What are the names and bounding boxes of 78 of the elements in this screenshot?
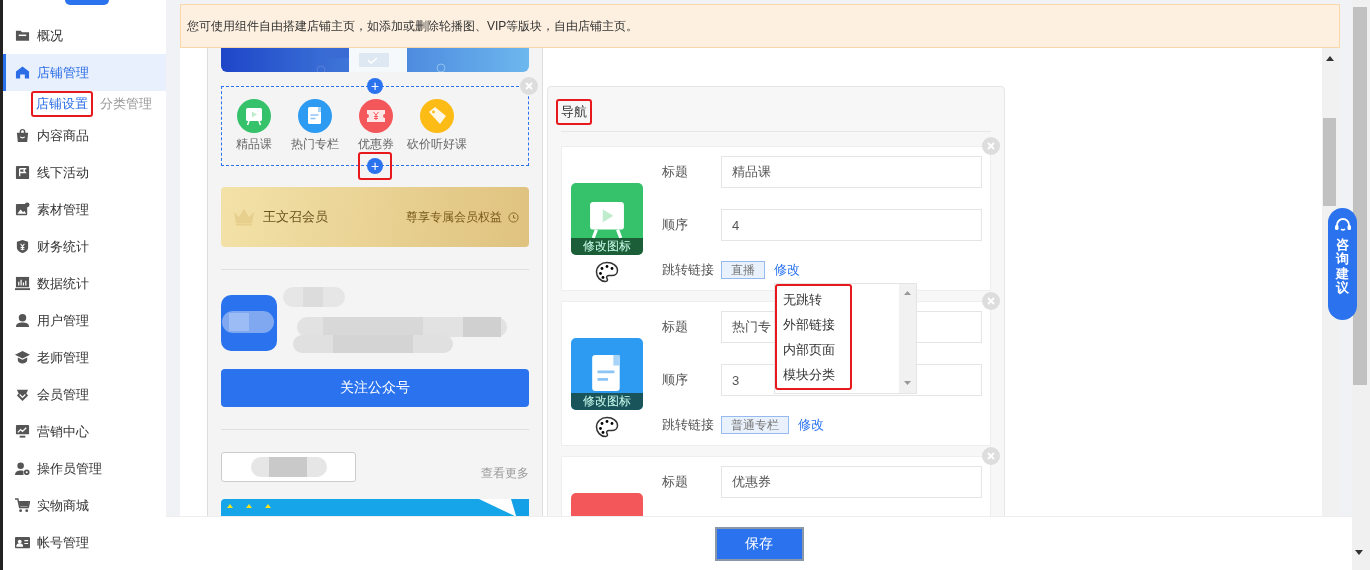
- palette-icon[interactable]: [595, 416, 619, 438]
- id-card-icon: [15, 535, 30, 550]
- nav-label: 精品课: [235, 136, 272, 153]
- change-icon-label[interactable]: 修改图标: [571, 393, 643, 410]
- menu-option[interactable]: 无跳转: [777, 287, 850, 312]
- menu-option[interactable]: 外部链接: [777, 312, 850, 337]
- link-tag: 直播: [721, 261, 765, 279]
- edit-link[interactable]: 修改: [774, 261, 800, 279]
- sidebar-item[interactable]: 数据统计: [3, 265, 166, 302]
- scroll-thumb[interactable]: [1323, 118, 1336, 206]
- sidebar-subitem[interactable]: 店铺设置: [31, 91, 93, 117]
- ticket-icon[interactable]: [358, 99, 393, 133]
- scroll-down-icon[interactable]: [1355, 550, 1363, 555]
- nav-label: 砍价听好课: [406, 136, 467, 153]
- sidebar-item[interactable]: 实物商城: [3, 487, 166, 524]
- notice-banner: 您可使用组件自由搭建店铺主页，如添加或删除轮播图、VIP等版块，自由店铺主页。: [180, 4, 1340, 48]
- sidebar-item[interactable]: 营销中心: [3, 413, 166, 450]
- sidebar-item[interactable]: 线下活动: [3, 154, 166, 191]
- nav-label: 优惠券: [357, 136, 394, 153]
- cart-icon: [15, 498, 30, 513]
- member-benefit: 尊享专属会员权益: [406, 208, 502, 226]
- sidebar-item[interactable]: 概况: [3, 17, 166, 54]
- sidebar-item[interactable]: 老师管理: [3, 339, 166, 376]
- clock-icon: [508, 211, 519, 223]
- crown-icon: [233, 208, 255, 226]
- house-icon: [15, 65, 30, 80]
- add-button[interactable]: +: [358, 152, 392, 180]
- input-field[interactable]: 4: [721, 209, 982, 241]
- graduate-icon: [15, 350, 30, 365]
- person-gear-icon: [15, 461, 30, 476]
- close-icon[interactable]: [520, 77, 538, 95]
- follow-button[interactable]: 关注公众号: [221, 369, 529, 407]
- input-field[interactable]: 优惠券: [721, 466, 982, 498]
- headset-icon: [1333, 218, 1352, 234]
- bag-icon: [15, 128, 30, 143]
- field-label: 顺序: [662, 371, 689, 389]
- image-icon: [15, 202, 30, 217]
- edit-link[interactable]: 修改: [798, 416, 824, 434]
- close-icon[interactable]: [982, 292, 1000, 310]
- avatar-icon: [221, 295, 277, 351]
- flag-icon: [15, 165, 30, 180]
- sidebar-item[interactable]: 内容商品: [3, 117, 166, 154]
- folder-icon: [15, 28, 30, 43]
- link-tag: 普通专栏: [721, 416, 789, 434]
- badge-icon: [15, 387, 30, 402]
- save-button[interactable]: 保存: [714, 526, 804, 561]
- close-icon[interactable]: [982, 137, 1000, 155]
- sidebar-item[interactable]: 操作员管理: [3, 450, 166, 487]
- field-label: 标题: [662, 163, 689, 181]
- panel-title: 导航: [556, 99, 592, 125]
- sidebar-item[interactable]: 会员管理: [3, 376, 166, 413]
- sidebar-item[interactable]: 财务统计: [3, 228, 166, 265]
- shield-icon: [15, 239, 30, 254]
- monitor-chart-icon: [15, 424, 30, 439]
- sidebar-item[interactable]: 素材管理: [3, 191, 166, 228]
- sidebar-item[interactable]: 用户管理: [3, 302, 166, 339]
- field-label: 跳转链接: [662, 261, 715, 279]
- change-icon-label[interactable]: 修改图标: [571, 238, 643, 255]
- palette-icon[interactable]: [595, 261, 619, 283]
- field-label: 顺序: [662, 216, 689, 234]
- tag-icon[interactable]: [419, 99, 454, 133]
- logo-icon[interactable]: [65, 0, 109, 5]
- scroll-thumb[interactable]: [1353, 7, 1367, 385]
- menu-option[interactable]: 模块分类: [777, 362, 850, 387]
- field-label: 标题: [662, 318, 689, 336]
- sidebar-item[interactable]: 店铺管理: [3, 54, 166, 91]
- close-icon[interactable]: [982, 447, 1000, 465]
- scroll-up-icon[interactable]: [1326, 56, 1334, 61]
- consult-button[interactable]: 咨询建议: [1328, 208, 1357, 320]
- person-icon: [15, 313, 30, 328]
- field-label: 跳转链接: [662, 416, 715, 434]
- input-field[interactable]: 精品课: [721, 156, 982, 188]
- member-card[interactable]: 王文召会员 尊享专属会员权益: [221, 187, 529, 247]
- field-label: 标题: [662, 473, 689, 491]
- sidebar-item[interactable]: 帐号管理: [3, 524, 166, 561]
- nav-label: 热门专栏: [290, 136, 339, 153]
- bar-chart-icon: [15, 276, 30, 291]
- member-name: 王文召会员: [263, 208, 328, 226]
